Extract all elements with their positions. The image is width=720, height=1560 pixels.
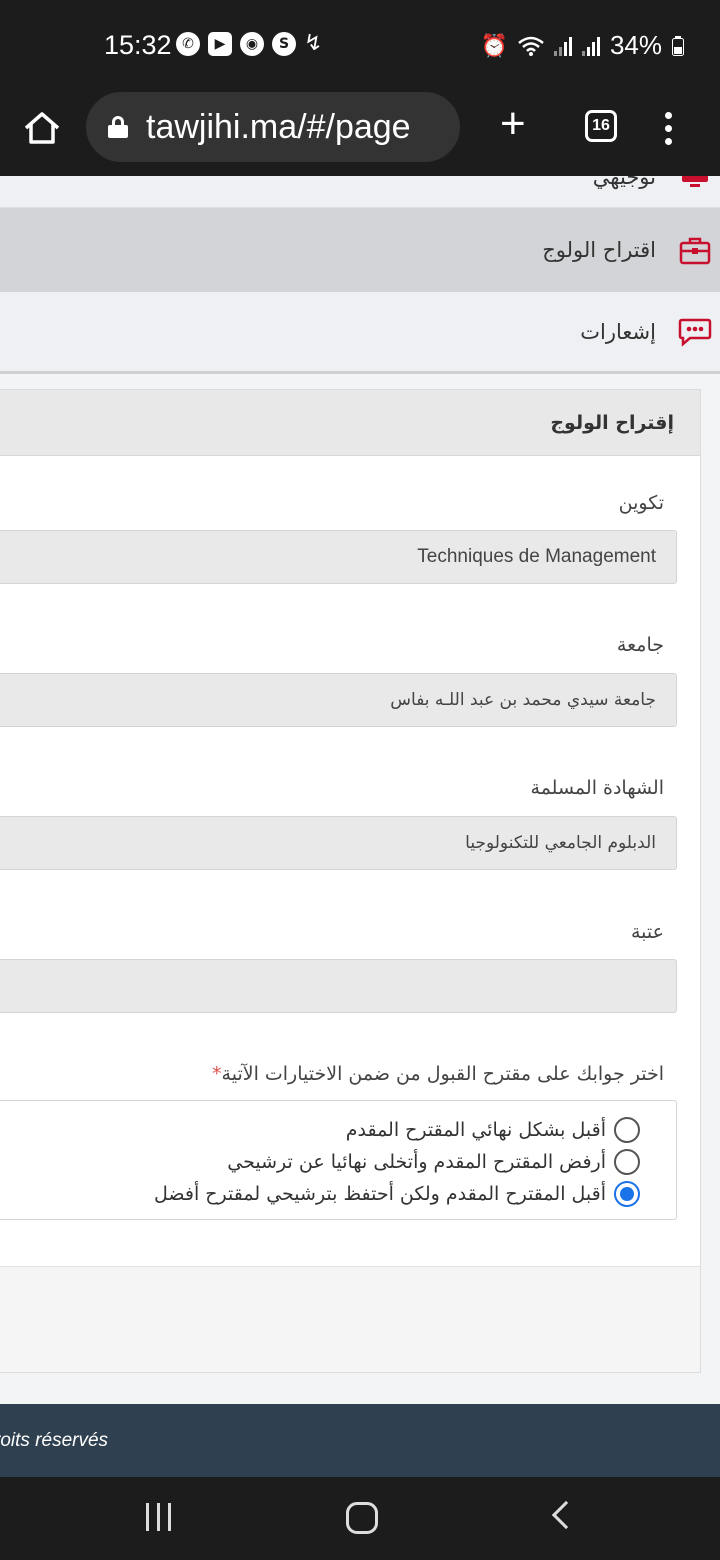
wifi-icon <box>518 36 544 56</box>
chrome-icon: ◉ <box>240 32 264 56</box>
skype-icon: S <box>272 32 296 56</box>
sidebar-item-orientation[interactable]: توجيهي <box>0 176 720 208</box>
option-label: أرفض المقترح المقدم وأتخلى نهائيا عن ترش… <box>227 1151 606 1173</box>
field-label-training: تكوين <box>618 492 664 514</box>
whatsapp-icon: ✆ <box>176 32 200 56</box>
answer-options: أقبل بشكل نهائي المقترح المقدم أرفض المق… <box>0 1100 677 1220</box>
chat-bubble-icon <box>678 315 712 349</box>
monitor-icon <box>678 176 712 194</box>
lock-icon <box>108 116 128 138</box>
option-reject[interactable]: أرفض المقترح المقدم وأتخلى نهائيا عن ترش… <box>227 1149 640 1175</box>
copyright-text: roits réservés <box>0 1429 109 1451</box>
card-title: إقتراح الولوج <box>550 411 674 434</box>
sidebar-item-label: توجيهي <box>592 176 656 189</box>
card-header: إقتراح الولوج <box>0 390 700 456</box>
new-tab-button[interactable]: + <box>500 100 526 148</box>
option-accept-final[interactable]: أقبل بشكل نهائي المقترح المقدم <box>346 1117 640 1143</box>
url-text: tawjihi.ma/#/page <box>146 107 411 146</box>
recent-apps-icon[interactable] <box>146 1503 171 1531</box>
back-icon[interactable] <box>551 1500 581 1530</box>
threshold-field <box>0 959 677 1013</box>
battery-icon <box>672 35 684 56</box>
question-text: اختر جوابك على مقترح القبول من ضمن الاخت… <box>221 1063 664 1085</box>
field-label-university: جامعة <box>616 634 664 656</box>
option-label: أقبل المقترح المقدم ولكن أحتفظ بترشيحي ل… <box>154 1183 606 1205</box>
tab-switcher-button[interactable]: 16 <box>585 110 617 142</box>
page-content: توجيهي اقتراح الولوج إشعارات إقتراح الول… <box>0 176 720 1476</box>
radio-button[interactable] <box>614 1149 640 1175</box>
sidebar-item-notifications[interactable]: إشعارات <box>0 292 720 374</box>
field-label-diploma: الشهادة المسلمة <box>530 777 664 799</box>
missed-call-icon: ↯ <box>304 31 323 56</box>
status-time: 15:32 <box>104 30 172 60</box>
sidebar-item-access-proposal[interactable]: اقتراح الولوج <box>0 208 720 292</box>
field-label-threshold: عتبة <box>631 921 664 943</box>
alarm-icon: ⏰ <box>480 32 508 58</box>
card-footer <box>0 1266 700 1372</box>
signal-icon-2 <box>581 36 600 56</box>
sidebar-item-label: إشعارات <box>580 319 656 344</box>
university-field: جامعة سيدي محمد بن عبد اللـه بفاس <box>0 673 677 727</box>
address-bar[interactable]: tawjihi.ma/#/page <box>86 92 460 162</box>
option-label: أقبل بشكل نهائي المقترح المقدم <box>345 1119 606 1141</box>
home-button-icon[interactable] <box>346 1502 378 1534</box>
site-footer: roits réservés <box>0 1404 720 1477</box>
briefcase-icon <box>678 233 712 267</box>
radio-button-selected[interactable] <box>614 1181 640 1207</box>
access-proposal-card: إقتراح الولوج تكوين Techniques de Manage… <box>0 389 701 1373</box>
notification-icons: ✆ ▶ ◉ S ↯ <box>176 32 322 56</box>
option-accept-keep[interactable]: أقبل المقترح المقدم ولكن أحتفظ بترشيحي ل… <box>154 1181 640 1207</box>
home-icon[interactable] <box>20 106 64 150</box>
question-label: *اختر جوابك على مقترح القبول من ضمن الاخ… <box>212 1063 664 1085</box>
browser-toolbar: tawjihi.ma/#/page + 16 <box>0 90 720 176</box>
required-mark: * <box>212 1063 222 1085</box>
signal-icon <box>553 36 572 56</box>
radio-button[interactable] <box>614 1117 640 1143</box>
system-nav-bar <box>0 1477 720 1560</box>
overflow-menu-icon[interactable] <box>665 112 672 145</box>
battery-level: 34% <box>609 30 662 60</box>
diploma-field: الدبلوم الجامعي للتكنولوجيا <box>0 816 677 870</box>
status-bar: 15:32 ✆ ▶ ◉ S ↯ ⏰ 34% <box>0 0 720 90</box>
sidebar-item-label: اقتراح الولوج <box>542 238 656 262</box>
youtube-icon: ▶ <box>208 32 232 56</box>
training-field: Techniques de Management <box>0 530 677 584</box>
system-status: ⏰ 34% <box>481 30 684 61</box>
